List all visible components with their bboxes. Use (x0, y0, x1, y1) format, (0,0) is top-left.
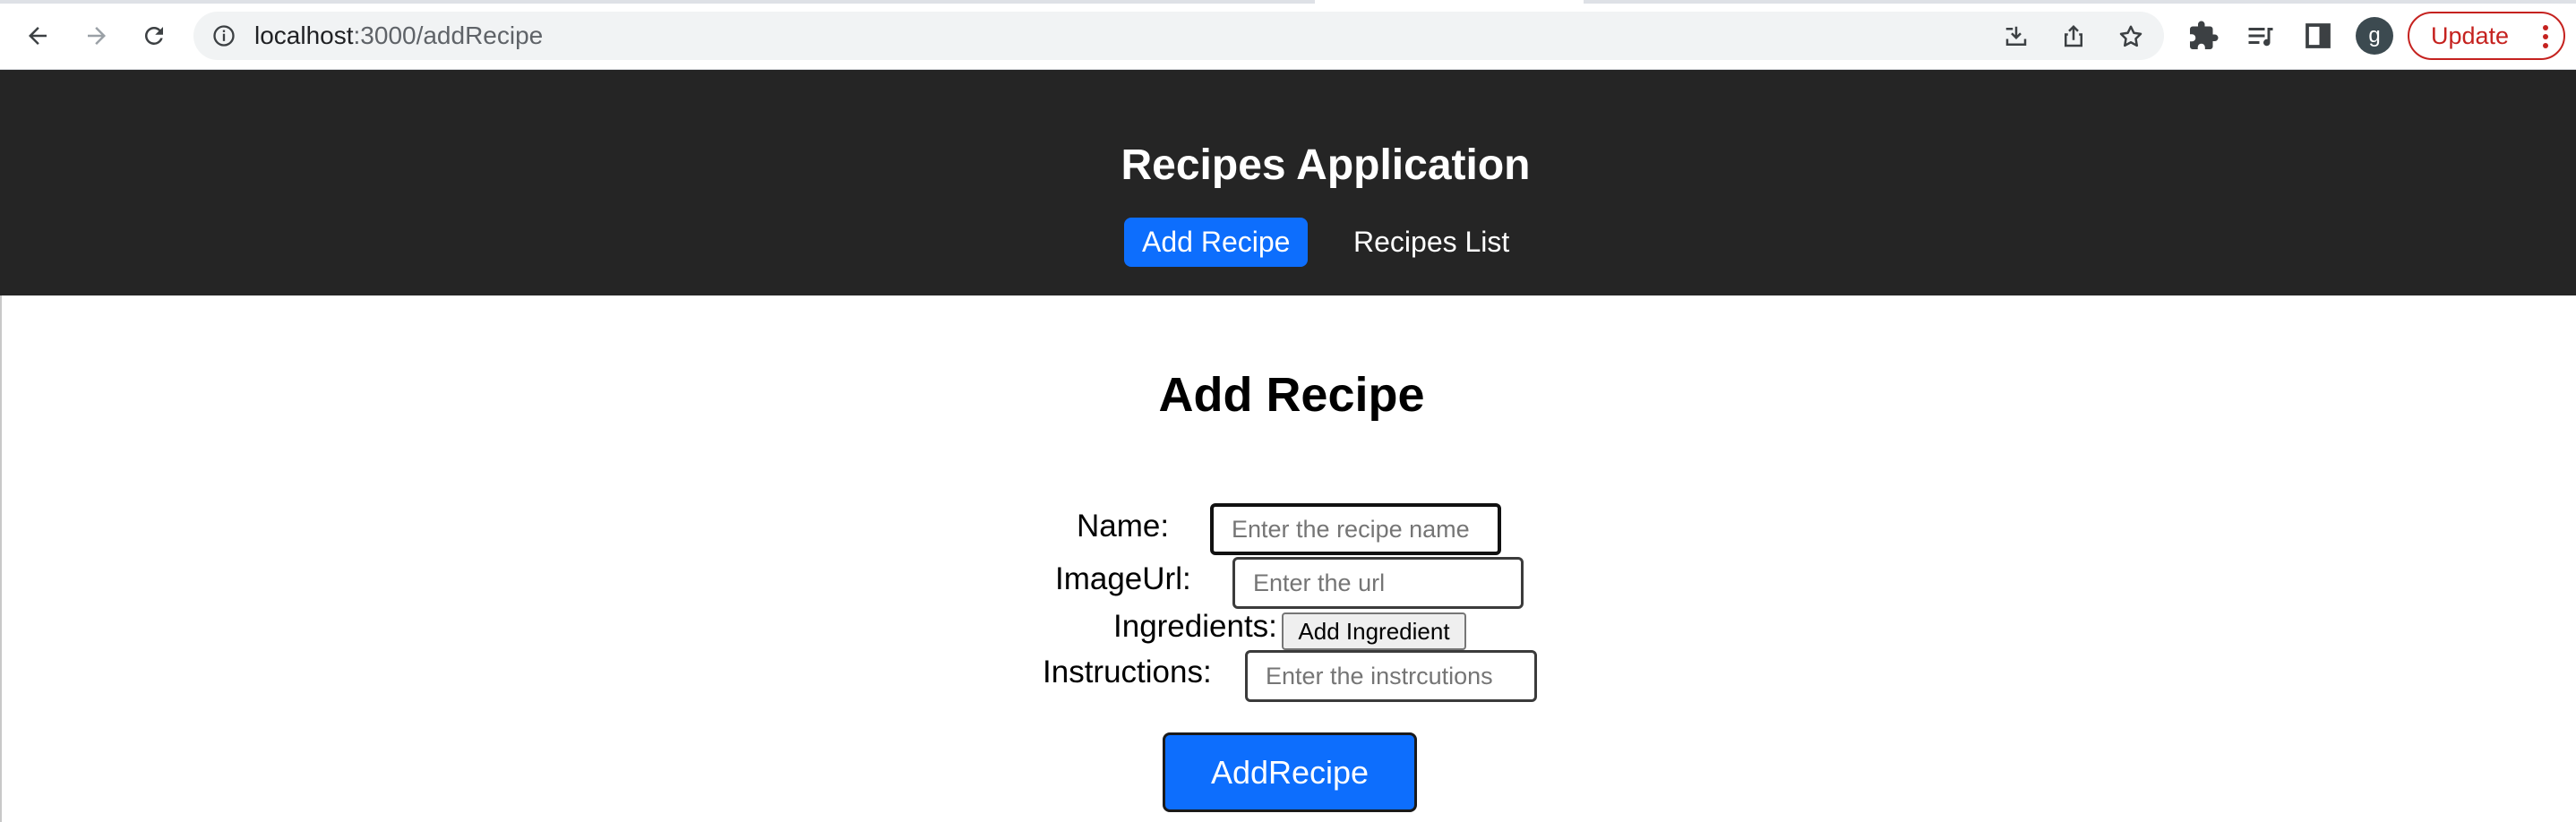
tab-strip (0, 0, 2576, 4)
profile-avatar[interactable]: g (2356, 17, 2393, 55)
url-path: :3000/addRecipe (353, 21, 544, 49)
reload-icon[interactable] (134, 16, 174, 56)
ingredients-label: Ingredients: (1113, 609, 1277, 644)
page-title: Add Recipe (1158, 368, 1425, 422)
nav-recipes-list[interactable]: Recipes List (1335, 218, 1527, 267)
add-ingredient-button[interactable]: Add Ingredient (1282, 612, 1466, 650)
url-host: localhost (254, 21, 354, 49)
instructions-input[interactable] (1245, 650, 1537, 702)
reading-list-icon[interactable] (2245, 20, 2277, 52)
forward-arrow-icon[interactable] (77, 16, 116, 56)
side-panel-icon[interactable] (2302, 20, 2334, 52)
menu-dots-icon (2543, 25, 2548, 48)
app-title: Recipes Application (1121, 141, 1531, 189)
add-recipe-submit-button[interactable]: AddRecipe (1163, 732, 1417, 812)
name-label: Name: (1077, 509, 1170, 544)
recipe-name-input[interactable] (1210, 503, 1501, 555)
address-bar[interactable]: localhost:3000/addRecipe (193, 12, 2164, 60)
browser-toolbar: localhost:3000/addRecipe g Update (0, 0, 2576, 70)
share-icon[interactable] (2060, 23, 2087, 50)
site-info-icon[interactable] (211, 23, 236, 48)
extensions-puzzle-icon[interactable] (2187, 20, 2220, 52)
image-url-input[interactable] (1232, 557, 1524, 609)
update-label: Update (2431, 21, 2510, 49)
app-header: Recipes Application Add Recipe Recipes L… (0, 70, 2576, 295)
bookmark-star-icon[interactable] (2117, 23, 2144, 50)
active-tab[interactable] (1315, 0, 1584, 4)
update-button[interactable]: Update (2408, 12, 2565, 60)
url-text[interactable]: localhost:3000/addRecipe (254, 22, 543, 49)
nav-add-recipe[interactable]: Add Recipe (1124, 218, 1309, 267)
instructions-label: Instructions: (1043, 655, 1212, 689)
install-app-icon[interactable] (2003, 23, 2030, 50)
back-arrow-icon[interactable] (18, 16, 57, 56)
image-url-label: ImageUrl: (1055, 561, 1191, 596)
